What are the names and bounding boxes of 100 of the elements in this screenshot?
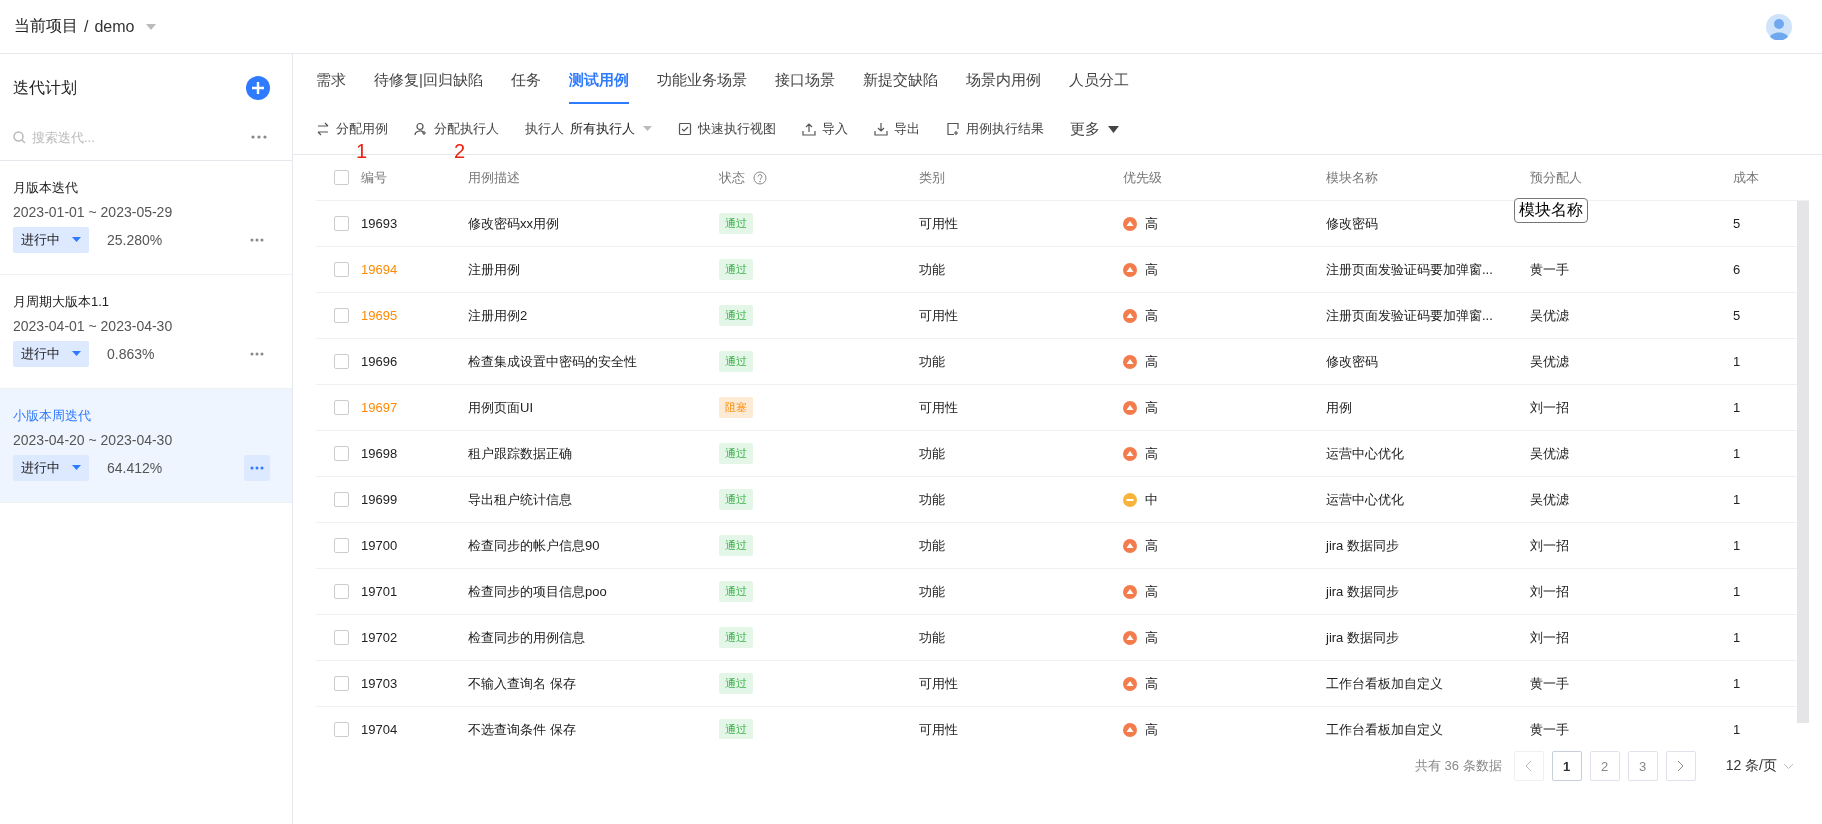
case-id[interactable]: 19696 <box>361 354 398 369</box>
table-cell: 工作台看板加自定义 <box>1326 674 1443 693</box>
priority-label: 高 <box>1145 214 1158 233</box>
priority-label: 高 <box>1145 536 1158 555</box>
page-button[interactable]: 3 <box>1627 751 1658 781</box>
table-cell: 1 <box>1733 676 1741 691</box>
tab[interactable]: 需求 <box>316 71 346 104</box>
iteration-name: 小版本周迭代 <box>13 407 92 425</box>
tooltip: 模块名称 <box>1514 198 1588 223</box>
table-cell: 5 <box>1733 216 1741 231</box>
toolbar-button[interactable]: 导入 <box>802 120 848 138</box>
table-cell: jira 数据同步 <box>1326 582 1399 601</box>
table-cell: 黄一手 <box>1530 674 1569 693</box>
case-id[interactable]: 19701 <box>361 584 398 599</box>
status-dropdown[interactable]: 进行中 <box>13 455 89 481</box>
table-cell: 功能 <box>919 490 945 509</box>
table-cell: 可用性 <box>919 214 958 233</box>
priority-label: 高 <box>1145 306 1158 325</box>
tab[interactable]: 新提交缺陷 <box>862 71 938 104</box>
case-id[interactable]: 19693 <box>361 216 398 231</box>
annotation-number: 2 <box>454 140 466 163</box>
table-cell: 不输入查询名 保存 <box>468 674 576 693</box>
executor-dropdown[interactable]: 所有执行人 <box>570 120 652 138</box>
table-cell: 检查同步的项目信息poo <box>468 582 607 601</box>
status-tag: 通过 <box>719 351 753 372</box>
tab[interactable]: 人员分工 <box>1068 71 1129 104</box>
status-tag: 通过 <box>719 489 753 510</box>
toolbar-button[interactable]: 导出 <box>874 120 920 138</box>
tab[interactable]: 待修复|回归缺陷 <box>374 71 483 104</box>
status-dropdown[interactable]: 进行中 <box>13 341 89 367</box>
toolbar-button[interactable]: 分配执行人 <box>414 120 499 138</box>
column-header: 用例描述 <box>468 168 520 187</box>
status-tag: 通过 <box>719 443 753 464</box>
case-id[interactable]: 19702 <box>361 630 398 645</box>
status-tag: 通过 <box>719 535 753 556</box>
priority-label: 高 <box>1145 628 1158 647</box>
table-cell: 修改密码 <box>1326 352 1378 371</box>
iteration-dates: 2023-01-01 ~ 2023-05-29 <box>13 204 174 220</box>
table-cell: 吴优滤 <box>1530 490 1569 509</box>
priority-label: 高 <box>1145 398 1158 417</box>
tab[interactable]: 任务 <box>510 71 541 104</box>
column-header: 预分配人 <box>1530 168 1582 187</box>
table-cell: 功能 <box>919 260 945 279</box>
table-cell: 吴优滤 <box>1530 306 1569 325</box>
case-id[interactable]: 19704 <box>361 722 398 737</box>
tab[interactable]: 场景内用例 <box>965 71 1041 104</box>
case-id[interactable]: 19698 <box>361 446 398 461</box>
table-cell: 检查同步的用例信息 <box>468 628 585 647</box>
table-cell: 可用性 <box>919 398 958 417</box>
page-button[interactable]: 2 <box>1589 751 1620 781</box>
case-id[interactable]: 19703 <box>361 676 398 691</box>
filter-label: 执行人 <box>525 120 564 138</box>
case-id[interactable]: 19700 <box>361 538 398 553</box>
page-button[interactable]: 1 <box>1551 751 1582 781</box>
status-tag: 通过 <box>719 259 753 280</box>
table-cell: 租户跟踪数据正确 <box>468 444 572 463</box>
status-tag: 通过 <box>719 673 753 694</box>
table-cell: 可用性 <box>919 306 958 325</box>
toolbar-button[interactable]: 用例执行结果 <box>946 120 1044 138</box>
toolbar-button[interactable]: 分配用例 <box>316 120 388 138</box>
tab[interactable]: 接口场景 <box>774 71 835 104</box>
column-header: 优先级 <box>1123 168 1162 187</box>
iteration-item[interactable]: 月版本迭代 2023-01-01 ~ 2023-05-29 进行中 25.280% <box>0 161 292 275</box>
table-cell: 1 <box>1733 584 1741 599</box>
table-cell: 注册页面发验证码要加弹窗... <box>1326 260 1493 279</box>
table-cell: 吴优滤 <box>1530 352 1569 371</box>
table-cell: 1 <box>1733 400 1741 415</box>
status-tag: 通过 <box>719 581 753 602</box>
table-cell: 1 <box>1733 630 1741 645</box>
table-cell: 功能 <box>919 444 945 463</box>
table-cell: 注册用例2 <box>468 306 528 325</box>
table-cell: 注册用例 <box>468 260 520 279</box>
toolbar-button[interactable]: 快速执行视图 <box>678 120 776 138</box>
case-id[interactable]: 19699 <box>361 492 398 507</box>
more-dropdown[interactable]: 更多 <box>1070 119 1119 139</box>
tab[interactable]: 功能业务场景 <box>656 71 747 104</box>
table-cell: 黄一手 <box>1530 720 1569 739</box>
iteration-dates: 2023-04-01 ~ 2023-04-30 <box>13 318 174 334</box>
priority-label: 高 <box>1145 720 1158 739</box>
status-tag: 阻塞 <box>719 397 753 418</box>
project-selector[interactable]: demo <box>94 17 135 36</box>
table-cell: 检查同步的帐户信息90 <box>468 536 600 555</box>
table-cell: 可用性 <box>919 674 958 693</box>
status-tag: 通过 <box>719 213 753 234</box>
table-cell: 功能 <box>919 628 945 647</box>
column-header: 模块名称 <box>1326 168 1378 187</box>
table-cell: jira 数据同步 <box>1326 536 1399 555</box>
tab[interactable]: 测试用例 <box>568 71 629 104</box>
table-cell: 工作台看板加自定义 <box>1326 720 1443 739</box>
iteration-item[interactable]: 小版本周迭代 2023-04-20 ~ 2023-04-30 进行中 64.412% <box>0 389 292 503</box>
progress-percent: 25.280% <box>107 232 164 248</box>
priority-label: 高 <box>1145 260 1158 279</box>
table-cell: 1 <box>1733 538 1741 553</box>
progress-percent: 64.412% <box>107 460 164 476</box>
status-tag: 通过 <box>719 627 753 648</box>
table-cell: 修改密码 <box>1326 214 1378 233</box>
table-cell: 功能 <box>919 536 945 555</box>
page-size-dropdown[interactable]: 12 条/页 <box>1725 757 1794 775</box>
status-dropdown[interactable]: 进行中 <box>13 227 89 253</box>
table-cell: 运营中心优化 <box>1326 490 1404 509</box>
